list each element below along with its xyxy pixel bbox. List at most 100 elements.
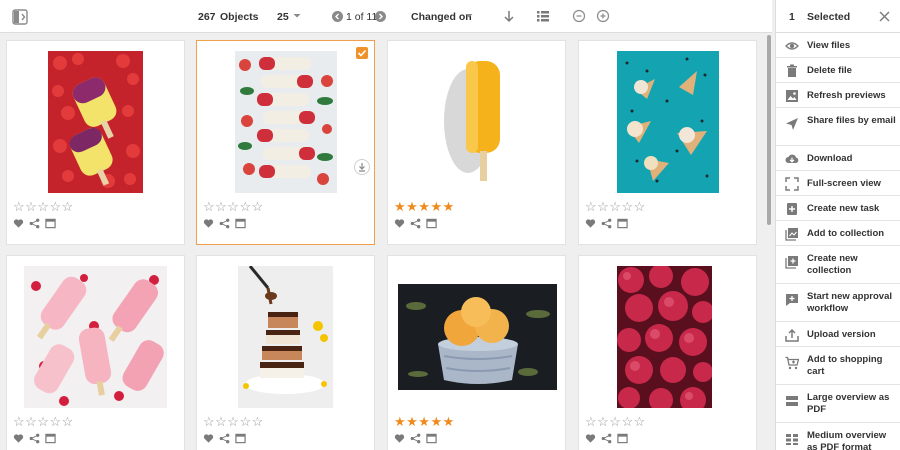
heart-icon[interactable] <box>13 433 24 444</box>
asset-card[interactable]: ☆☆☆☆☆ <box>6 255 185 450</box>
menu-item-add-to-collection[interactable]: Add to collection <box>776 221 900 246</box>
heart-icon[interactable] <box>203 218 214 229</box>
cart-plus-icon <box>785 356 800 370</box>
checkbox-checked-icon[interactable] <box>356 47 368 59</box>
asset-thumbnail[interactable] <box>617 51 719 193</box>
zoom-in-icon[interactable] <box>596 9 610 23</box>
paper-plane-icon <box>785 117 799 131</box>
asset-card-selected[interactable]: ☆☆☆☆☆ <box>196 40 375 245</box>
sort-select[interactable]: Changed on <box>411 11 472 23</box>
window-icon[interactable] <box>426 433 437 444</box>
asset-thumbnail[interactable] <box>430 51 525 193</box>
share-icon[interactable] <box>410 218 421 229</box>
rating-stars[interactable]: ★★★★★ <box>394 200 455 213</box>
share-icon[interactable] <box>219 218 230 229</box>
window-icon[interactable] <box>45 433 56 444</box>
menu-item-share-by-email[interactable]: Share files by email <box>776 108 900 146</box>
card-actions <box>585 218 630 230</box>
asset-thumbnail[interactable] <box>398 284 557 390</box>
menu-item-refresh-previews[interactable]: Refresh previews <box>776 83 900 108</box>
heart-icon[interactable] <box>394 433 405 444</box>
share-icon[interactable] <box>219 433 230 444</box>
window-icon[interactable] <box>617 433 628 444</box>
heart-icon[interactable] <box>203 433 214 444</box>
download-icon[interactable] <box>354 159 370 175</box>
asset-thumbnail[interactable] <box>48 51 143 193</box>
menu-item-medium-overview-pdf[interactable]: Medium overview as PDF format <box>776 423 900 450</box>
selected-label: Selected <box>807 11 851 23</box>
asset-grid: ☆☆☆☆☆ ☆☆☆☆☆ ★★★★★ ☆☆☆☆☆ ☆☆☆☆☆ ☆☆☆☆☆ ★★★★… <box>0 33 766 450</box>
menu-item-start-approval-workflow[interactable]: Start new approval workflow <box>776 284 900 322</box>
rating-stars[interactable]: ☆☆☆☆☆ <box>13 415 74 428</box>
card-actions <box>203 433 248 445</box>
pdf-large-icon <box>785 394 799 408</box>
rating-stars[interactable]: ☆☆☆☆☆ <box>203 200 264 213</box>
rating-stars[interactable]: ☆☆☆☆☆ <box>13 200 74 213</box>
rating-stars[interactable]: ★★★★★ <box>394 415 455 428</box>
zoom-out-icon[interactable] <box>572 9 586 23</box>
object-count: 267 <box>198 11 216 23</box>
share-icon[interactable] <box>410 433 421 444</box>
card-actions <box>203 218 248 230</box>
card-actions <box>13 433 58 445</box>
chevron-down-icon[interactable] <box>292 11 306 25</box>
asset-card[interactable]: ☆☆☆☆☆ <box>578 255 757 450</box>
menu-item-add-to-cart[interactable]: Add to shopping cart <box>776 347 900 385</box>
trash-icon <box>785 64 799 78</box>
menu-item-large-overview-pdf[interactable]: Large overview as PDF <box>776 385 900 423</box>
image-refresh-icon <box>785 89 799 103</box>
menu-item-create-task[interactable]: Create new task <box>776 196 900 221</box>
asset-thumbnail[interactable] <box>617 266 712 408</box>
window-icon[interactable] <box>617 218 628 229</box>
asset-card[interactable]: ★★★★★ <box>387 40 566 245</box>
asset-card[interactable]: ☆☆☆☆☆ <box>6 40 185 245</box>
share-icon[interactable] <box>29 218 40 229</box>
menu-item-view-files[interactable]: View files <box>776 33 900 58</box>
task-plus-icon <box>785 202 799 216</box>
menu-item-upload-version[interactable]: Upload version <box>776 322 900 347</box>
rating-stars[interactable]: ☆☆☆☆☆ <box>585 200 646 213</box>
share-icon[interactable] <box>601 433 612 444</box>
sidebar-toggle-icon[interactable] <box>12 9 28 25</box>
collection-add-icon <box>785 227 799 241</box>
asset-thumbnail[interactable] <box>238 266 333 408</box>
window-icon[interactable] <box>235 433 246 444</box>
window-icon[interactable] <box>426 218 437 229</box>
scrollbar-thumb[interactable] <box>767 35 771 225</box>
share-icon[interactable] <box>29 433 40 444</box>
heart-icon[interactable] <box>585 433 596 444</box>
grid-scrollbar[interactable] <box>766 33 772 450</box>
asset-card[interactable]: ☆☆☆☆☆ <box>196 255 375 450</box>
heart-icon[interactable] <box>13 218 24 229</box>
selection-panel: 1 Selected View files Delete file Refres… <box>775 0 900 450</box>
rating-stars[interactable]: ☆☆☆☆☆ <box>585 415 646 428</box>
selected-count: 1 <box>789 11 795 23</box>
prev-page-button[interactable] <box>332 11 343 22</box>
window-icon[interactable] <box>235 218 246 229</box>
heart-icon[interactable] <box>585 218 596 229</box>
asset-card[interactable]: ★★★★★ <box>387 255 566 450</box>
asset-thumbnail[interactable] <box>24 266 167 408</box>
menu-item-fullscreen[interactable]: Full-screen view <box>776 171 900 196</box>
sort-chevron-down-icon[interactable] <box>464 11 478 25</box>
eye-icon <box>785 39 799 53</box>
page-size-select[interactable]: 25 <box>277 11 289 23</box>
fullscreen-icon <box>785 177 799 191</box>
workflow-plus-icon <box>785 293 799 307</box>
rating-stars[interactable]: ☆☆☆☆☆ <box>203 415 264 428</box>
list-view-icon[interactable] <box>536 9 550 23</box>
heart-icon[interactable] <box>394 218 405 229</box>
share-icon[interactable] <box>601 218 612 229</box>
card-actions <box>585 433 630 445</box>
menu-item-delete-file[interactable]: Delete file <box>776 58 900 83</box>
menu-item-download[interactable]: Download <box>776 146 900 171</box>
collection-new-icon <box>785 255 799 269</box>
asset-thumbnail[interactable] <box>235 51 337 193</box>
card-actions <box>13 218 58 230</box>
sort-direction-icon[interactable] <box>502 9 516 23</box>
close-icon[interactable] <box>878 10 891 23</box>
menu-item-create-collection[interactable]: Create new collection <box>776 246 900 284</box>
asset-card[interactable]: ☆☆☆☆☆ <box>578 40 757 245</box>
window-icon[interactable] <box>45 218 56 229</box>
next-page-button[interactable] <box>375 11 386 22</box>
